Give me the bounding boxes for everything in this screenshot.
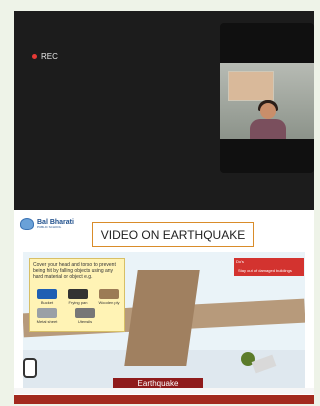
safety-item: Wooden ply <box>95 289 123 305</box>
cartoon-person-body <box>251 354 277 374</box>
safety-item: Utensils <box>71 308 99 324</box>
school-logo-icon <box>20 218 34 230</box>
safety-item-label: Metal sheet <box>36 319 58 324</box>
shared-slide: Bal Bharati PUBLIC SCHOOL VIDEO ON EARTH… <box>14 210 314 404</box>
recording-indicator: REC <box>32 52 58 61</box>
safety-item-label: Bucket <box>40 300 54 305</box>
safety-item-label: Wooden ply <box>98 300 120 305</box>
dos-title: Do's <box>236 259 244 264</box>
school-logo: Bal Bharati PUBLIC SCHOOL <box>20 218 74 230</box>
dos-text: Stay out of damaged buildings <box>238 268 292 273</box>
safety-item-label: Frying pan <box>68 300 88 305</box>
safety-tips-text: Cover your head and torso to prevent bei… <box>33 262 116 280</box>
safety-item: Metal sheet <box>33 308 61 324</box>
record-dot-icon <box>32 54 37 59</box>
safety-item: Frying pan <box>64 289 92 305</box>
safety-items-row: Metal sheet Utensils <box>33 308 123 324</box>
video-call-area: REC <box>14 11 314 210</box>
video-frame: Cover your head and torso to prevent bei… <box>23 252 305 394</box>
school-logo-subtitle: PUBLIC SCHOOL <box>37 225 62 229</box>
safety-items: Bucket Frying pan Wooden ply Metal sheet… <box>33 289 123 327</box>
video-call-frame: REC Bal Bharati PUBLIC SCHOOL VIDEO ON E… <box>14 11 314 404</box>
participant-avatar-head <box>260 103 276 119</box>
slide-footer-strip <box>14 395 314 404</box>
safety-tips-box: Cover your head and torso to prevent bei… <box>29 258 125 332</box>
dos-panel: Do's Stay out of damaged buildings <box>234 258 304 276</box>
wooden-ply-icon <box>99 289 119 299</box>
safety-items-row: Bucket Frying pan Wooden ply <box>33 289 123 305</box>
slide-footer-band <box>14 388 314 394</box>
frying-pan-icon <box>68 289 88 299</box>
participant-video[interactable] <box>220 63 314 139</box>
side-object-icon <box>23 358 37 378</box>
participant-video-background-screen <box>228 71 274 101</box>
participant-avatar-body <box>250 119 286 139</box>
bucket-icon <box>37 289 57 299</box>
safety-item-label: Utensils <box>77 319 93 324</box>
cartoon-person <box>235 348 277 376</box>
utensils-icon <box>75 308 95 318</box>
safety-item: Bucket <box>33 289 61 305</box>
metal-sheet-icon <box>37 308 57 318</box>
recording-label: REC <box>41 52 58 61</box>
slide-title: VIDEO ON EARTHQUAKE <box>92 222 254 247</box>
